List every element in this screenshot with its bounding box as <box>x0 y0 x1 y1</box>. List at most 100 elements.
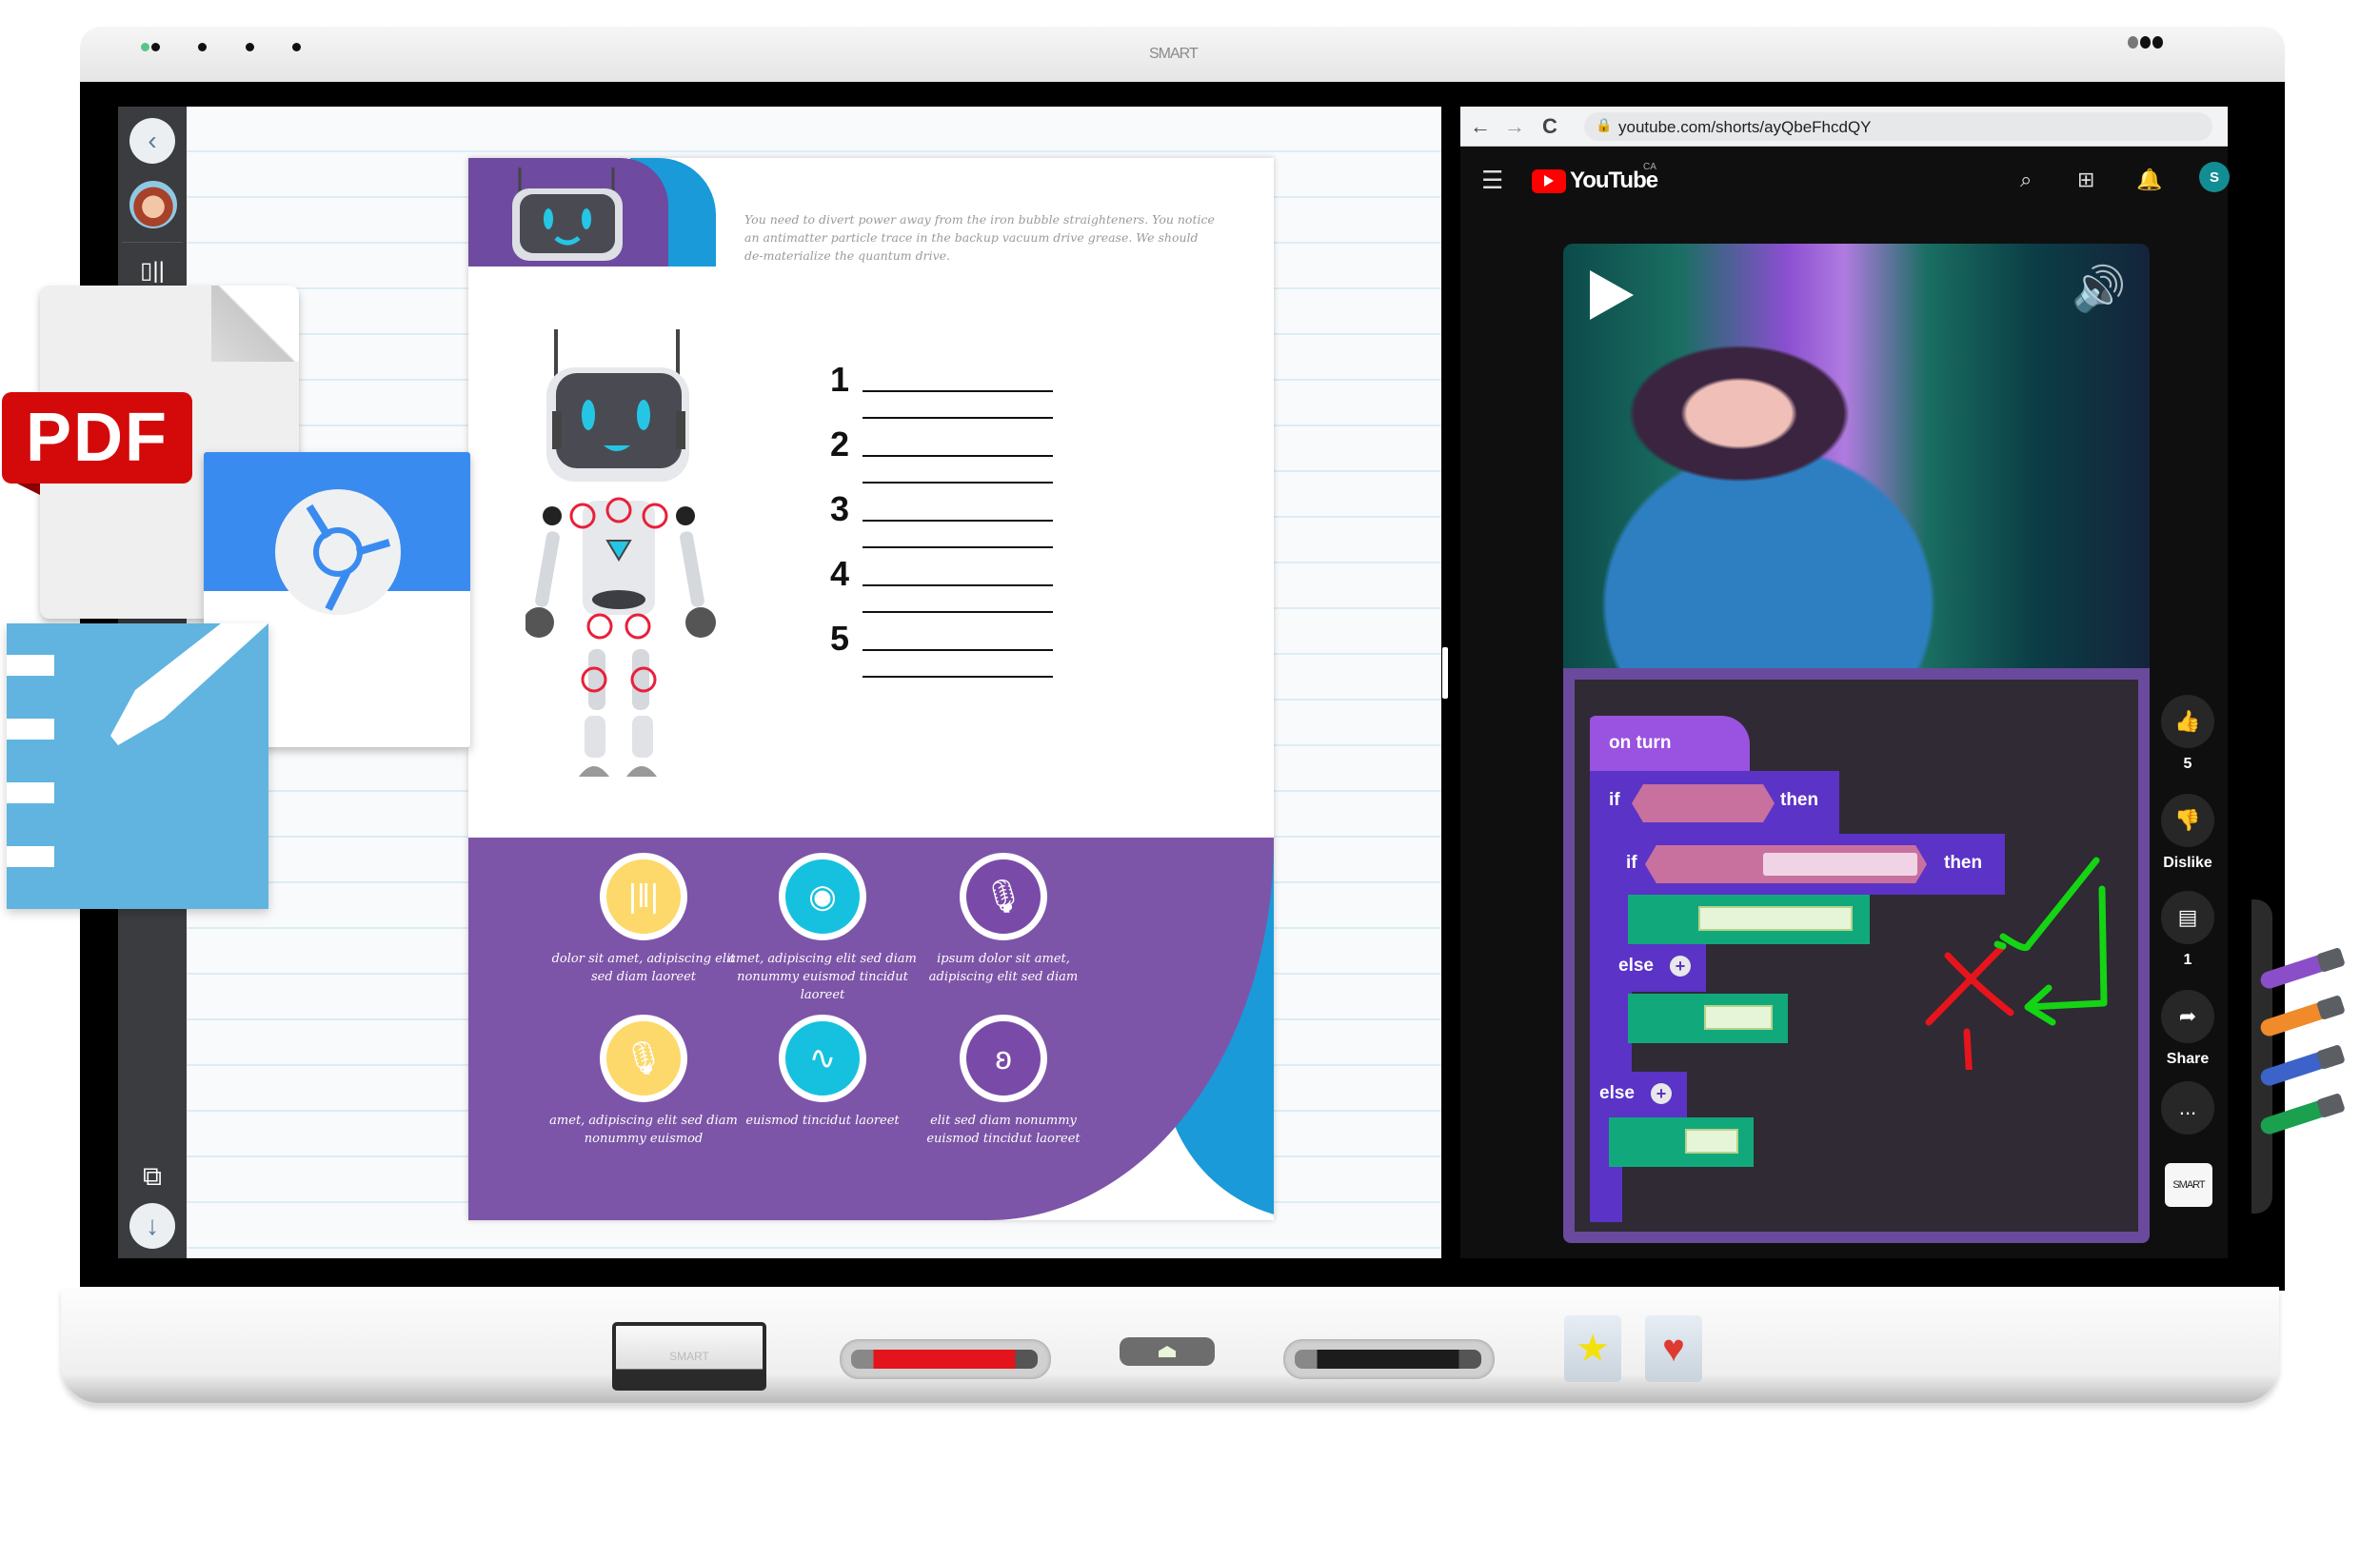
black-pen[interactable] <box>1295 1350 1481 1369</box>
if-block[interactable]: if then <box>1590 771 1839 834</box>
split-view-handle[interactable] <box>1442 647 1448 699</box>
action-block[interactable] <box>1628 895 1870 944</box>
user-avatar[interactable] <box>129 181 177 228</box>
back-button[interactable]: ‹ <box>129 118 175 164</box>
like-action[interactable]: 👍 5 <box>2159 695 2216 773</box>
answer-line[interactable] <box>863 417 1053 419</box>
action-input[interactable] <box>1685 1129 1738 1154</box>
dislike-label: Dislike <box>2163 855 2212 871</box>
action-block[interactable] <box>1628 994 1788 1043</box>
answer-line[interactable] <box>863 390 1053 392</box>
add-else-icon[interactable]: + <box>1651 1083 1672 1104</box>
dislike-action[interactable]: 👎 Dislike <box>2159 794 2216 872</box>
sound-wave-icon: |‖| <box>600 853 687 940</box>
condition-slot[interactable] <box>1632 784 1775 822</box>
notebook-line <box>7 655 54 676</box>
worksheet-page[interactable]: You need to divert power away from the i… <box>468 158 1274 1220</box>
shorts-video-player[interactable]: 🔊 <box>1563 244 2150 668</box>
black-pen-slot <box>1283 1339 1495 1379</box>
then-label: then <box>1780 790 1819 810</box>
play-icon[interactable] <box>1590 270 1634 320</box>
browser-toolbar: ← → C 🔒 youtube.com/shorts/ayQbeFhcdQY <box>1460 107 2228 147</box>
sensor-dot <box>151 43 160 51</box>
star-button[interactable]: ★ <box>1564 1315 1621 1382</box>
more-action[interactable]: ... <box>2159 1081 2216 1135</box>
eraser[interactable]: SMART <box>612 1322 766 1391</box>
answer-line[interactable] <box>863 546 1053 548</box>
thumbs-up-icon[interactable]: 👍 <box>2161 695 2214 748</box>
answer-line[interactable] <box>863 649 1053 651</box>
podcast-mic-icon: 🎙 <box>600 1015 687 1102</box>
volume-icon[interactable]: 🔊 <box>2072 263 2126 315</box>
more-options-icon[interactable]: ... <box>2161 1081 2214 1135</box>
red-arrow <box>1963 1028 1973 1070</box>
comments-action[interactable]: ▤ 1 <box>2159 891 2216 969</box>
microphone-icon: 🎙 <box>960 853 1047 940</box>
notebook-line <box>7 846 54 867</box>
feature-caption: ipsum dolor sit amet, adipiscing elit se… <box>928 952 1079 984</box>
notifications-bell-icon[interactable]: 🔔 <box>2136 168 2162 192</box>
channel-badge[interactable]: SMART <box>2165 1163 2212 1207</box>
youtube-logo[interactable]: YouTube <box>1532 168 1658 194</box>
sensor-dot <box>292 43 301 51</box>
chevron-left-icon: ‹ <box>148 126 157 155</box>
screen-capture-button[interactable]: ⧉ <box>129 1154 175 1199</box>
action-input[interactable] <box>1704 1005 1773 1030</box>
notebook-line <box>7 719 54 740</box>
action-input[interactable] <box>1698 906 1853 931</box>
create-video-icon[interactable]: ⊞ <box>2077 168 2094 192</box>
pen-holder <box>2251 899 2272 1214</box>
user-avatar[interactable]: S <box>2199 162 2230 192</box>
thumbs-down-icon[interactable]: 👎 <box>2161 794 2214 847</box>
reload-icon[interactable]: C <box>1542 114 1557 139</box>
notebook-line <box>7 782 54 803</box>
question-number: 1 <box>830 360 850 399</box>
youtube-play-logo-icon <box>1532 168 1566 193</box>
comment-icon[interactable]: ▤ <box>2161 891 2214 944</box>
red-x-mark <box>1944 952 2014 1017</box>
answer-line[interactable] <box>863 482 1053 484</box>
worksheet-intro: You need to divert power away from the i… <box>744 212 1215 263</box>
home-icon <box>1159 1346 1176 1357</box>
answer-line[interactable] <box>863 520 1053 522</box>
condition-slot[interactable] <box>1645 845 1927 883</box>
feature-item: ʚ elit sed diam nonummy euismod tincidut… <box>908 1015 1099 1148</box>
hamburger-menu-icon[interactable]: ☰ <box>1481 166 1503 195</box>
notebook-app-tile[interactable] <box>7 623 268 909</box>
back-arrow-icon[interactable]: ← <box>1470 114 1491 139</box>
scroll-down-button[interactable]: ↓ <box>129 1203 175 1249</box>
share-label: Share <box>2166 1051 2210 1067</box>
address-bar[interactable]: 🔒 youtube.com/shorts/ayQbeFhcdQY <box>1584 112 2212 141</box>
if-label: if <box>1609 790 1620 810</box>
red-pen[interactable] <box>851 1350 1038 1369</box>
feature-item: |‖| dolor sit amet, adipiscing elit sed … <box>548 853 739 986</box>
heart-button[interactable]: ♥ <box>1645 1315 1702 1382</box>
like-count: 5 <box>2183 756 2192 772</box>
add-else-icon[interactable]: + <box>1670 956 1691 977</box>
share-action[interactable]: ➦ Share <box>2159 990 2216 1068</box>
condition-input[interactable] <box>1763 853 1917 876</box>
url-text: youtube.com/shorts/ayQbeFhcdQY <box>1618 118 1872 136</box>
status-led <box>141 43 149 51</box>
feature-item: ◉ amet, adipiscing elit sed diam nonummy… <box>727 853 918 1004</box>
answer-line[interactable] <box>863 611 1053 613</box>
if-label: if <box>1626 853 1637 873</box>
else-block[interactable]: else + <box>1590 1072 1687 1117</box>
action-block[interactable] <box>1609 1117 1754 1167</box>
home-button[interactable] <box>1120 1337 1215 1366</box>
chrome-icon <box>275 489 401 615</box>
search-icon[interactable]: ⌕ <box>2020 168 2032 192</box>
share-icon[interactable]: ➦ <box>2161 990 2214 1043</box>
answer-line[interactable] <box>863 676 1053 678</box>
else-label: else <box>1599 1083 1635 1103</box>
answer-line[interactable] <box>863 584 1053 586</box>
forward-arrow-icon[interactable]: → <box>1504 114 1525 139</box>
code-blocks-panel: on turn if then if then else + else + <box>1563 668 2150 1243</box>
green-check-mark <box>1999 857 2100 952</box>
else-block[interactable]: else + <box>1609 944 1706 992</box>
arrow-down-icon: ↓ <box>146 1211 159 1240</box>
speaker-icon: ◉ <box>779 853 866 940</box>
feature-item: 🎙 amet, adipiscing elit sed diam nonummy… <box>548 1015 739 1148</box>
answer-line[interactable] <box>863 455 1053 457</box>
event-block[interactable]: on turn <box>1590 716 1750 771</box>
